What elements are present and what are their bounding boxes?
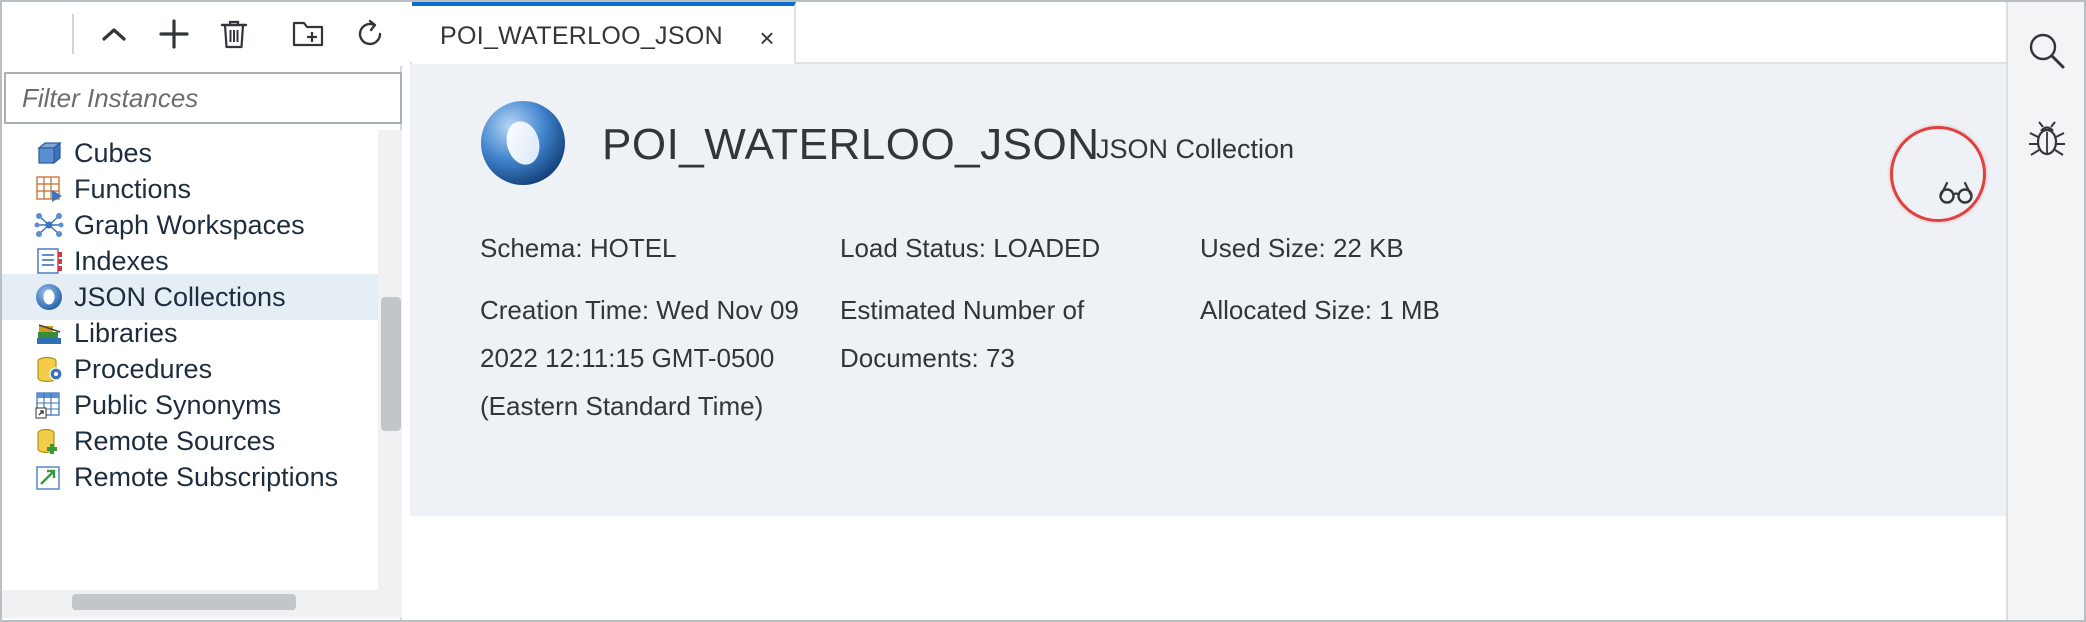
catalog-toolbar [2, 2, 402, 66]
refresh-button[interactable] [348, 12, 392, 56]
tree-item-label: Public Synonyms [74, 389, 282, 420]
bug-icon [2029, 121, 2065, 156]
catalog-tree: Cubes Functions Graph Workspaces Indexes… [2, 130, 378, 590]
tree-item-label: Functions [74, 173, 192, 204]
tree-horizontal-scroll-thumb[interactable] [72, 594, 296, 610]
json-collection-icon [481, 101, 565, 185]
creation-time-attribute: Creation Time: Wed Nov 09 2022 12:11:15 … [480, 295, 799, 421]
collapse-button[interactable] [92, 12, 136, 56]
add-folder-button[interactable] [286, 12, 330, 56]
library-icon [34, 318, 64, 348]
object-title: POI_WATERLOO_JSON [602, 120, 1100, 169]
estimated-documents-attribute: Estimated Number of Documents: 73 [840, 295, 1085, 373]
remote-source-icon [34, 426, 64, 456]
used-size-attribute: Used Size: 22 KB [1200, 233, 1404, 263]
tree-item-label: Graph Workspaces [74, 209, 305, 240]
json-collection-icon [34, 282, 64, 312]
cube-icon [34, 138, 64, 168]
tree-vertical-scroll-thumb[interactable] [381, 297, 401, 431]
synonym-icon [34, 390, 64, 420]
remote-subscription-icon [34, 462, 64, 492]
refresh-icon [358, 19, 382, 46]
toolbar-separator [72, 14, 74, 54]
object-type: JSON Collection [1096, 134, 1295, 164]
close-tab-button[interactable]: × [752, 23, 782, 53]
tab-label: POI_WATERLOO_JSON [440, 22, 723, 50]
view-data-button[interactable] [1934, 170, 1978, 214]
tree-item-label: Procedures [74, 353, 213, 384]
debug-button[interactable] [2024, 116, 2070, 162]
delete-button[interactable] [212, 12, 256, 56]
tree-item-label: Cubes [74, 137, 153, 168]
tree-item-remote-subscriptions[interactable]: Remote Subscriptions [2, 454, 378, 500]
glasses-icon [1939, 181, 1973, 204]
right-side-toolbar [2006, 2, 2084, 620]
chevron-up-icon [102, 28, 126, 41]
filter-input[interactable] [6, 74, 400, 122]
search-button[interactable] [2024, 28, 2070, 74]
index-icon [34, 246, 64, 276]
tab-poi-waterloo-json[interactable]: POI_WATERLOO_JSON × [412, 2, 796, 64]
filter-instances-field[interactable] [4, 72, 402, 124]
plus-icon [159, 19, 189, 49]
graph-icon [34, 210, 64, 240]
allocated-size-attribute: Allocated Size: 1 MB [1200, 295, 1440, 325]
tree-item-label: Indexes [74, 245, 169, 276]
tree-item-label: Libraries [74, 317, 178, 348]
trash-icon [220, 20, 248, 49]
editor-tab-bar: POI_WATERLOO_JSON × [410, 2, 2006, 64]
object-header: POI_WATERLOO_JSON JSON Collection Schema… [410, 64, 2006, 516]
procedure-icon [34, 354, 64, 384]
folder-add-icon [292, 21, 324, 47]
tree-item-label: Remote Subscriptions [74, 461, 339, 492]
search-icon [2029, 33, 2065, 69]
tree-item-label: JSON Collections [74, 281, 286, 312]
function-icon [34, 174, 64, 204]
catalog-browser-pane: Cubes Functions [2, 2, 402, 620]
add-button[interactable] [152, 12, 196, 56]
editor-content-area [410, 516, 2006, 620]
tree-item-label: Remote Sources [74, 425, 276, 456]
